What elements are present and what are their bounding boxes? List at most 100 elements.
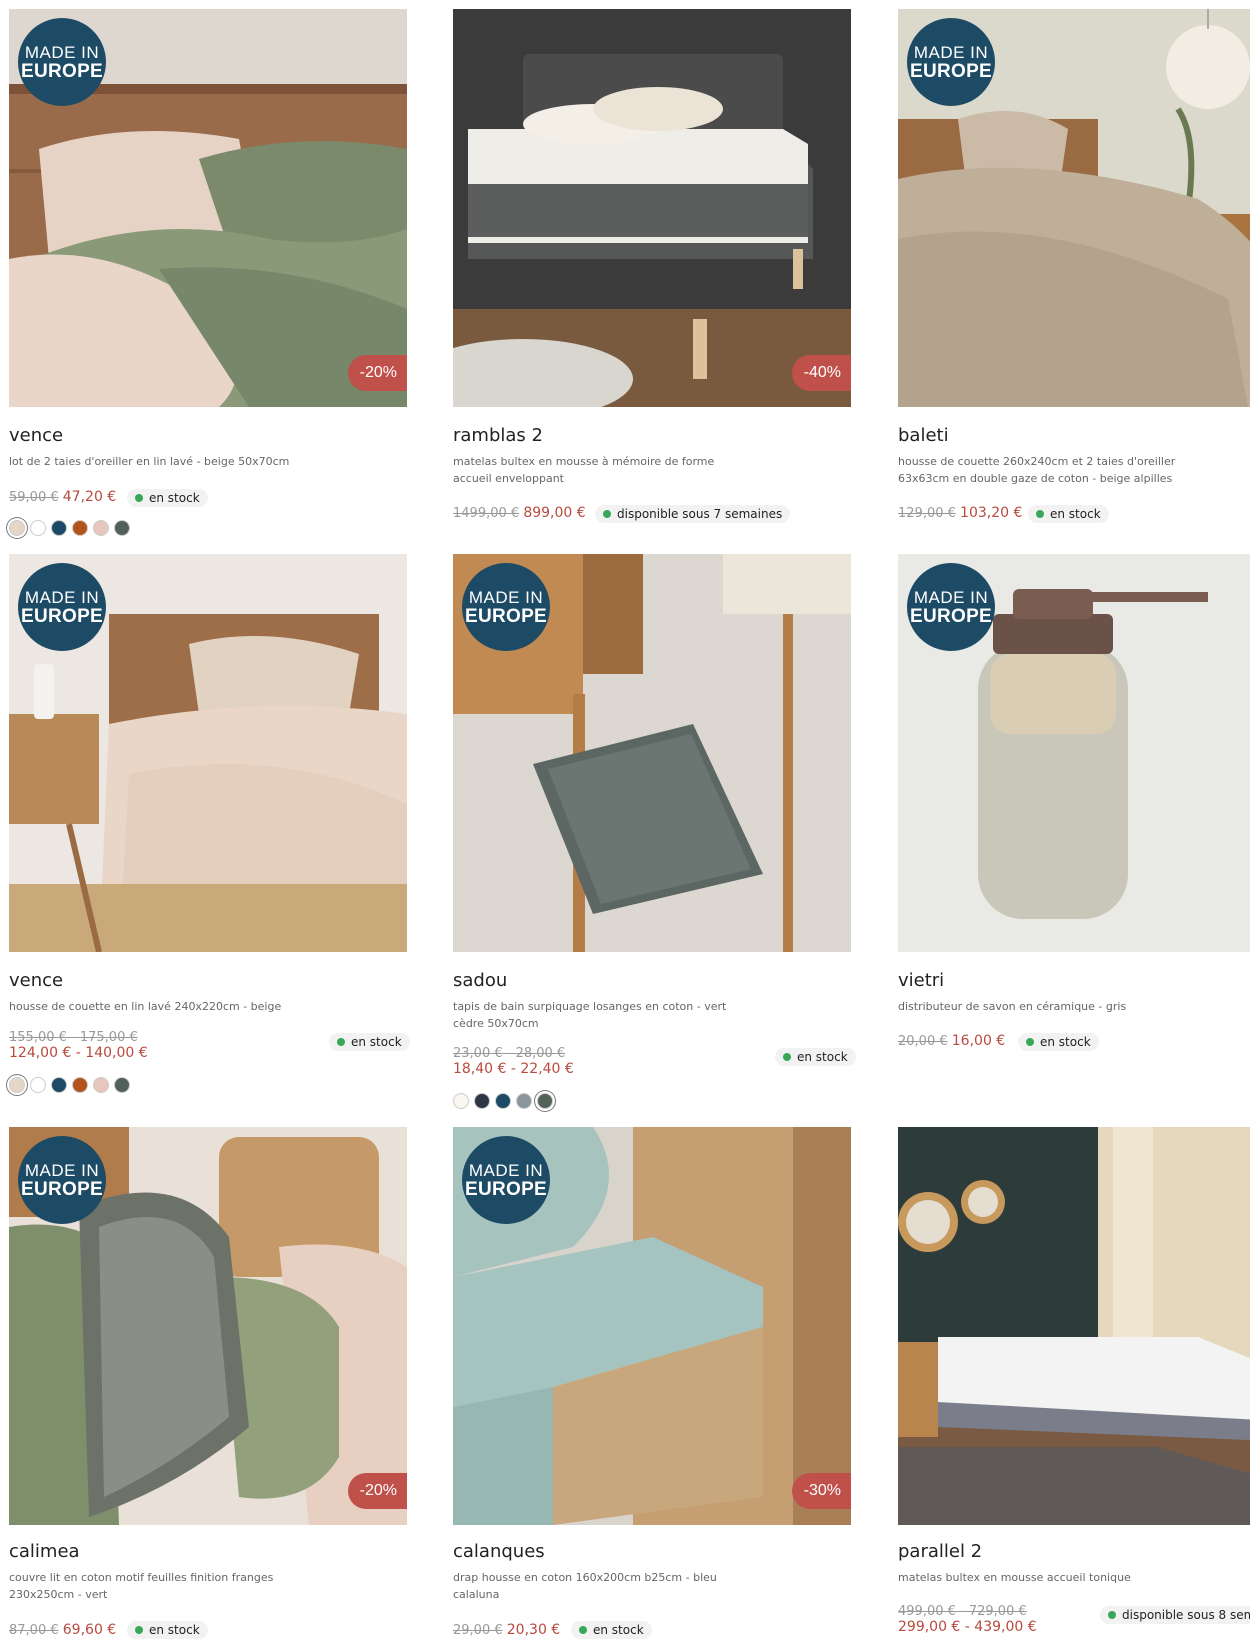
stock-dot-icon	[603, 510, 611, 518]
product-name[interactable]: calanques	[453, 1541, 545, 1562]
color-swatch[interactable]	[72, 1076, 88, 1093]
old-price: 155,00 € - 175,00 €	[9, 1030, 138, 1045]
discount-badge: -30%	[791, 1473, 851, 1509]
stock-status: en stock	[1028, 505, 1109, 523]
stock-status: en stock	[329, 1033, 410, 1051]
made-in-europe-badge: MADE IN EUROPE	[907, 18, 995, 106]
stock-dot-icon	[1026, 1038, 1034, 1046]
product-name[interactable]: baleti	[898, 425, 949, 446]
color-swatch[interactable]	[93, 519, 109, 536]
stock-status: en stock	[127, 489, 208, 507]
product-description[interactable]: matelas bultex en mousse à mémoire de fo…	[453, 453, 743, 487]
product-name[interactable]: sadou	[453, 970, 507, 991]
product-description[interactable]: housse de couette 260x240cm et 2 taies d…	[898, 453, 1188, 487]
product-image[interactable]: MADE IN EUROPE -20%	[9, 1127, 407, 1525]
discount-badge: -40%	[791, 355, 851, 391]
stock-status: en stock	[127, 1621, 208, 1639]
product-description[interactable]: drap housse en coton 160x200cm b25cm - b…	[453, 1569, 743, 1603]
color-swatch[interactable]	[114, 519, 130, 536]
new-price: 47,20 €	[62, 489, 117, 505]
discount-badge: -20%	[347, 1473, 407, 1509]
new-price: 16,00 €	[951, 1033, 1006, 1049]
color-swatch[interactable]	[51, 519, 67, 536]
product-image[interactable]	[898, 1127, 1250, 1525]
color-swatch[interactable]	[537, 1092, 553, 1109]
product-description[interactable]: matelas bultex en mousse accueil tonique	[898, 1569, 1188, 1586]
old-price: 87,00 €	[9, 1623, 59, 1638]
product-description[interactable]: lot de 2 taies d'oreiller en lin lavé - …	[9, 453, 299, 470]
color-swatch[interactable]	[51, 1076, 67, 1093]
color-swatches	[9, 1074, 135, 1094]
product-image[interactable]: MADE IN EUROPE	[453, 554, 851, 952]
stock-status: en stock	[775, 1048, 856, 1066]
badge-line2: EUROPE	[20, 61, 104, 82]
new-price: 20,30 €	[506, 1622, 561, 1638]
product-image[interactable]: MADE IN EUROPE	[9, 554, 407, 952]
old-price: 129,00 €	[898, 506, 956, 521]
badge-line2: EUROPE	[909, 606, 993, 627]
new-price: 299,00 € - 439,00 €	[898, 1619, 1037, 1635]
price: 1499,00 € 899,00 €	[453, 505, 586, 521]
product-description[interactable]: couvre lit en coton motif feuilles finit…	[9, 1569, 299, 1603]
product-description[interactable]: housse de couette en lin lavé 240x220cm …	[9, 998, 299, 1015]
new-price: 18,40 € - 22,40 €	[453, 1061, 574, 1077]
made-in-europe-badge: MADE IN EUROPE	[462, 563, 550, 651]
color-swatch[interactable]	[72, 519, 88, 536]
color-swatch[interactable]	[114, 1076, 130, 1093]
product-description[interactable]: distributeur de savon en céramique - gri…	[898, 998, 1188, 1015]
color-swatch[interactable]	[516, 1092, 532, 1109]
color-swatch[interactable]	[30, 1076, 46, 1093]
product-image[interactable]: MADE IN EUROPE	[898, 554, 1250, 952]
badge-line1: MADE IN	[468, 588, 544, 607]
badge-line2: EUROPE	[20, 1179, 104, 1200]
discount-badge: -20%	[347, 355, 407, 391]
stock-dot-icon	[783, 1053, 791, 1061]
badge-line1: MADE IN	[24, 43, 100, 62]
color-swatch[interactable]	[9, 519, 25, 536]
old-price: 23,00 € - 28,00 €	[453, 1046, 566, 1061]
stock-dot-icon	[1036, 510, 1044, 518]
color-swatch[interactable]	[474, 1092, 490, 1109]
color-swatch[interactable]	[93, 1076, 109, 1093]
product-name[interactable]: vence	[9, 970, 63, 991]
new-price: 69,60 €	[62, 1622, 117, 1638]
badge-line1: MADE IN	[24, 588, 100, 607]
made-in-europe-badge: MADE IN EUROPE	[18, 18, 106, 106]
made-in-europe-badge: MADE IN EUROPE	[462, 1136, 550, 1224]
badge-line1: MADE IN	[913, 588, 989, 607]
new-price: 124,00 € - 140,00 €	[9, 1045, 148, 1061]
product-name[interactable]: ramblas 2	[453, 425, 543, 446]
color-swatch[interactable]	[30, 519, 46, 536]
color-swatch[interactable]	[453, 1092, 469, 1109]
color-swatch[interactable]	[9, 1076, 25, 1093]
product-name[interactable]: vietri	[898, 970, 944, 991]
badge-line2: EUROPE	[464, 606, 548, 627]
price: 129,00 € 103,20 €	[898, 505, 1022, 521]
made-in-europe-badge: MADE IN EUROPE	[18, 1136, 106, 1224]
badge-line1: MADE IN	[468, 1161, 544, 1180]
product-name[interactable]: parallel 2	[898, 1541, 982, 1562]
price: 59,00 € 47,20 €	[9, 489, 116, 505]
old-price: 20,00 €	[898, 1034, 948, 1049]
new-price: 103,20 €	[960, 505, 1023, 521]
stock-dot-icon	[135, 494, 143, 502]
color-swatches	[453, 1090, 558, 1110]
stock-status: disponible sous 7 semaines	[595, 505, 791, 523]
price: 499,00 € - 729,00 € 299,00 € - 439,00 €	[898, 1604, 1037, 1635]
product-image[interactable]: -40%	[453, 9, 851, 407]
product-name[interactable]: calimea	[9, 1541, 80, 1562]
product-name[interactable]: vence	[9, 425, 63, 446]
product-image[interactable]: MADE IN EUROPE	[898, 9, 1250, 407]
product-image[interactable]: MADE IN EUROPE -30%	[453, 1127, 851, 1525]
product-image[interactable]: MADE IN EUROPE -20%	[9, 9, 407, 407]
badge-line2: EUROPE	[464, 1179, 548, 1200]
color-swatch[interactable]	[495, 1092, 511, 1109]
price: 87,00 € 69,60 €	[9, 1622, 116, 1638]
badge-line2: EUROPE	[909, 61, 993, 82]
product-description[interactable]: tapis de bain surpiquage losanges en cot…	[453, 998, 743, 1032]
stock-dot-icon	[135, 1626, 143, 1634]
stock-dot-icon	[1108, 1611, 1116, 1619]
made-in-europe-badge: MADE IN EUROPE	[18, 563, 106, 651]
stock-status: en stock	[571, 1621, 652, 1639]
price: 155,00 € - 175,00 € 124,00 € - 140,00 €	[9, 1030, 148, 1061]
